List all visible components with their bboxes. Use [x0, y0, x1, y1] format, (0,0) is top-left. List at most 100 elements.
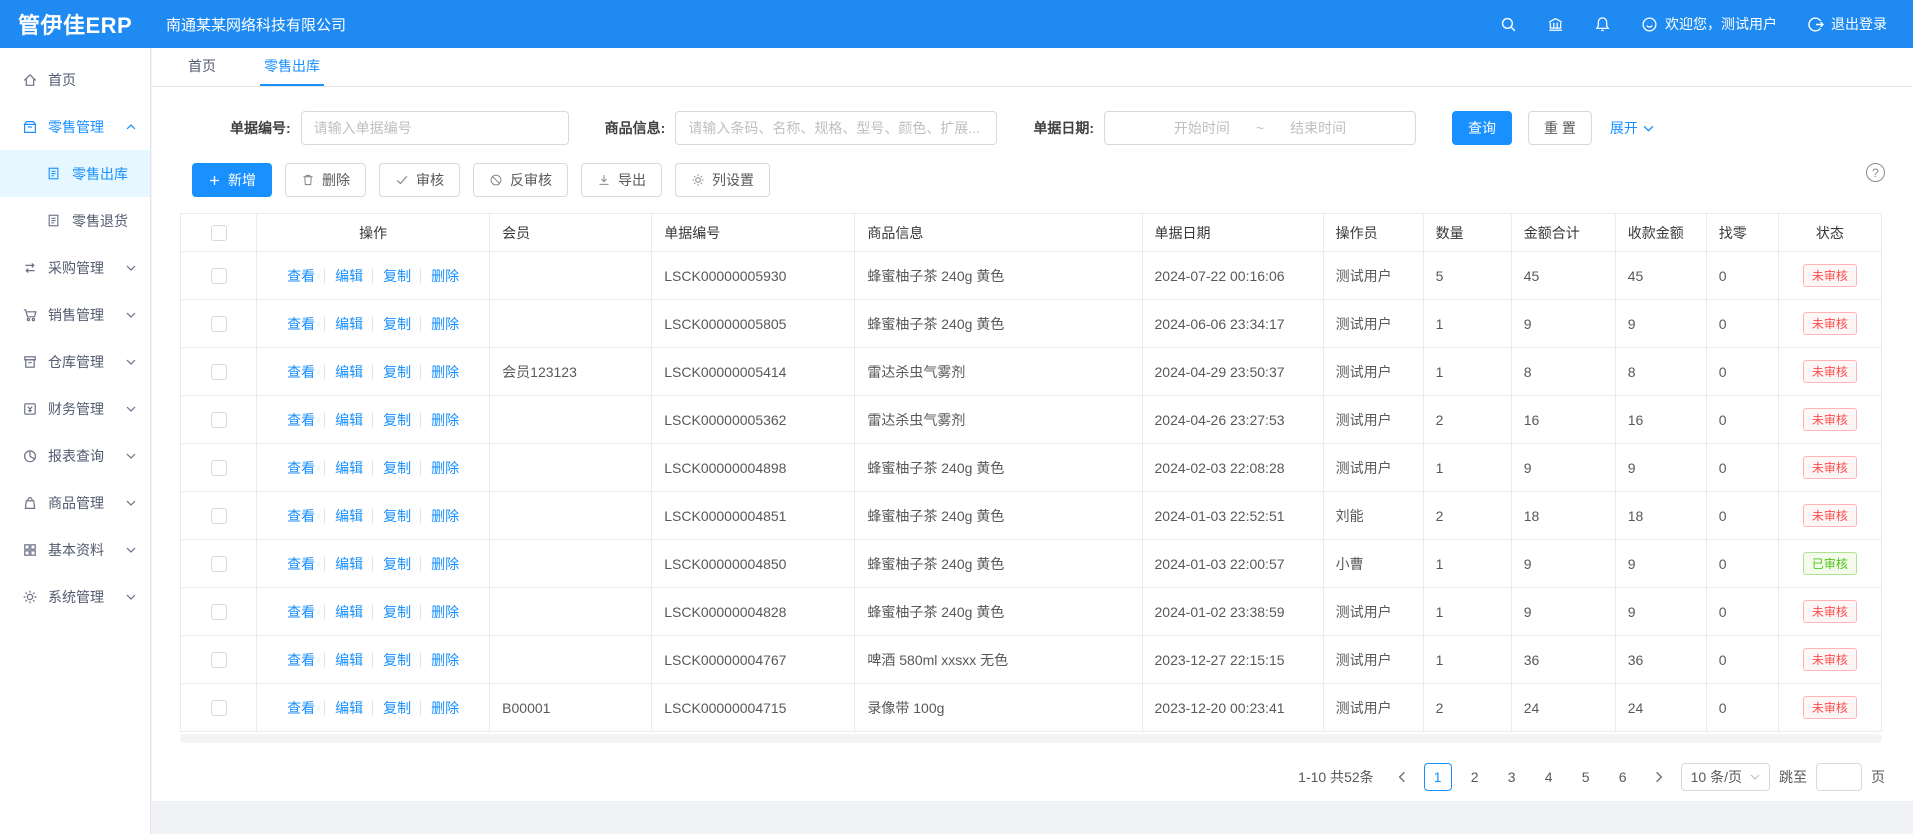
- search-button[interactable]: 查询: [1452, 111, 1512, 145]
- edit-link[interactable]: 编辑: [324, 364, 363, 380]
- sidebar-item-finance[interactable]: 财务管理: [0, 385, 150, 432]
- delete-link[interactable]: 删除: [420, 508, 459, 524]
- view-link[interactable]: 查看: [287, 604, 315, 620]
- copy-link[interactable]: 复制: [372, 652, 411, 668]
- tab-home[interactable]: 首页: [184, 48, 220, 86]
- help-icon[interactable]: ?: [1866, 163, 1885, 182]
- edit-link[interactable]: 编辑: [324, 700, 363, 716]
- delete-link[interactable]: 删除: [420, 316, 459, 332]
- bell-icon[interactable]: [1594, 16, 1611, 33]
- view-link[interactable]: 查看: [287, 556, 315, 572]
- copy-link[interactable]: 复制: [372, 700, 411, 716]
- qty-cell: 1: [1423, 636, 1511, 684]
- view-link[interactable]: 查看: [287, 364, 315, 380]
- goods-input[interactable]: [675, 111, 997, 145]
- sidebar-item-retail[interactable]: 零售管理: [0, 103, 150, 150]
- delete-link[interactable]: 删除: [420, 268, 459, 284]
- bank-icon[interactable]: [1547, 16, 1564, 33]
- audit-button[interactable]: 审核: [379, 163, 460, 197]
- row-checkbox[interactable]: [211, 556, 227, 572]
- copy-link[interactable]: 复制: [372, 556, 411, 572]
- row-checkbox[interactable]: [211, 268, 227, 284]
- delete-link[interactable]: 删除: [420, 364, 459, 380]
- row-checkbox[interactable]: [211, 604, 227, 620]
- copy-link[interactable]: 复制: [372, 460, 411, 476]
- view-link[interactable]: 查看: [287, 412, 315, 428]
- edit-link[interactable]: 编辑: [324, 412, 363, 428]
- view-link[interactable]: 查看: [287, 316, 315, 332]
- copy-link[interactable]: 复制: [372, 316, 411, 332]
- page-size-select[interactable]: 10 条/页: [1681, 763, 1770, 791]
- sidebar-item-retail-outbound[interactable]: 零售出库: [0, 150, 150, 197]
- row-checkbox[interactable]: [211, 412, 227, 428]
- row-checkbox[interactable]: [211, 316, 227, 332]
- edit-link[interactable]: 编辑: [324, 652, 363, 668]
- unaudit-button[interactable]: 反审核: [473, 163, 568, 197]
- page-number[interactable]: 6: [1609, 763, 1637, 791]
- doc-no-input[interactable]: [301, 111, 569, 145]
- status-badge: 未审核: [1803, 648, 1857, 671]
- sidebar-item-home[interactable]: 首页: [0, 56, 150, 103]
- sidebar-item-warehouse[interactable]: 仓库管理: [0, 338, 150, 385]
- goods-cell: 蜂蜜柚子茶 240g 黄色: [855, 300, 1142, 348]
- row-checkbox[interactable]: [211, 652, 227, 668]
- edit-link[interactable]: 编辑: [324, 268, 363, 284]
- sidebar-item-goods[interactable]: 商品管理: [0, 479, 150, 526]
- view-link[interactable]: 查看: [287, 508, 315, 524]
- delete-link[interactable]: 删除: [420, 412, 459, 428]
- delete-link[interactable]: 删除: [420, 556, 459, 572]
- sidebar-item-purchase[interactable]: 采购管理: [0, 244, 150, 291]
- expand-link[interactable]: 展开: [1610, 118, 1654, 138]
- sidebar-item-sales[interactable]: 销售管理: [0, 291, 150, 338]
- edit-link[interactable]: 编辑: [324, 604, 363, 620]
- row-checkbox[interactable]: [211, 508, 227, 524]
- page-number[interactable]: 3: [1498, 763, 1526, 791]
- view-link[interactable]: 查看: [287, 268, 315, 284]
- page-number[interactable]: 2: [1461, 763, 1489, 791]
- next-page-icon[interactable]: [1646, 764, 1672, 790]
- tab-retail-outbound[interactable]: 零售出库: [260, 48, 324, 86]
- row-checkbox[interactable]: [211, 700, 227, 716]
- edit-link[interactable]: 编辑: [324, 460, 363, 476]
- page-number[interactable]: 4: [1535, 763, 1563, 791]
- prev-page-icon[interactable]: [1389, 764, 1415, 790]
- delete-link[interactable]: 删除: [420, 604, 459, 620]
- delete-link[interactable]: 删除: [420, 652, 459, 668]
- export-button[interactable]: 导出: [581, 163, 662, 197]
- reset-button[interactable]: 重 置: [1528, 111, 1592, 145]
- goods-cell: 蜂蜜柚子茶 240g 黄色: [855, 540, 1142, 588]
- sidebar-item-retail-return[interactable]: 零售退货: [0, 197, 150, 244]
- sidebar-item-basic-data[interactable]: 基本资料: [0, 526, 150, 573]
- copy-link[interactable]: 复制: [372, 412, 411, 428]
- user-welcome[interactable]: 欢迎您，测试用户: [1641, 14, 1777, 34]
- copy-link[interactable]: 复制: [372, 364, 411, 380]
- add-button[interactable]: 新增: [192, 163, 272, 197]
- column-settings-button[interactable]: 列设置: [675, 163, 770, 197]
- edit-link[interactable]: 编辑: [324, 508, 363, 524]
- page-number[interactable]: 5: [1572, 763, 1600, 791]
- date-range-picker[interactable]: 开始时间 ~ 结束时间: [1104, 111, 1416, 145]
- delete-button[interactable]: 删除: [285, 163, 366, 197]
- search-icon[interactable]: [1500, 16, 1517, 33]
- delete-link[interactable]: 删除: [420, 460, 459, 476]
- sidebar-item-reports[interactable]: 报表查询: [0, 432, 150, 479]
- filter-bar: 单据编号: 商品信息: 单据日期: 开始时间 ~ 结束时间 查询 重 置 展开: [230, 111, 1885, 145]
- logout-button[interactable]: 退出登录: [1807, 14, 1887, 34]
- copy-link[interactable]: 复制: [372, 268, 411, 284]
- copy-link[interactable]: 复制: [372, 604, 411, 620]
- select-all-checkbox[interactable]: [211, 225, 227, 241]
- horizontal-scrollbar[interactable]: [180, 734, 1882, 743]
- sidebar-item-system[interactable]: 系统管理: [0, 573, 150, 620]
- jump-page-input[interactable]: [1816, 763, 1862, 791]
- view-link[interactable]: 查看: [287, 652, 315, 668]
- row-checkbox[interactable]: [211, 460, 227, 476]
- delete-link[interactable]: 删除: [420, 700, 459, 716]
- col-received: 收款金额: [1615, 214, 1706, 252]
- view-link[interactable]: 查看: [287, 700, 315, 716]
- copy-link[interactable]: 复制: [372, 508, 411, 524]
- view-link[interactable]: 查看: [287, 460, 315, 476]
- page-number[interactable]: 1: [1424, 763, 1452, 791]
- edit-link[interactable]: 编辑: [324, 556, 363, 572]
- edit-link[interactable]: 编辑: [324, 316, 363, 332]
- row-checkbox[interactable]: [211, 364, 227, 380]
